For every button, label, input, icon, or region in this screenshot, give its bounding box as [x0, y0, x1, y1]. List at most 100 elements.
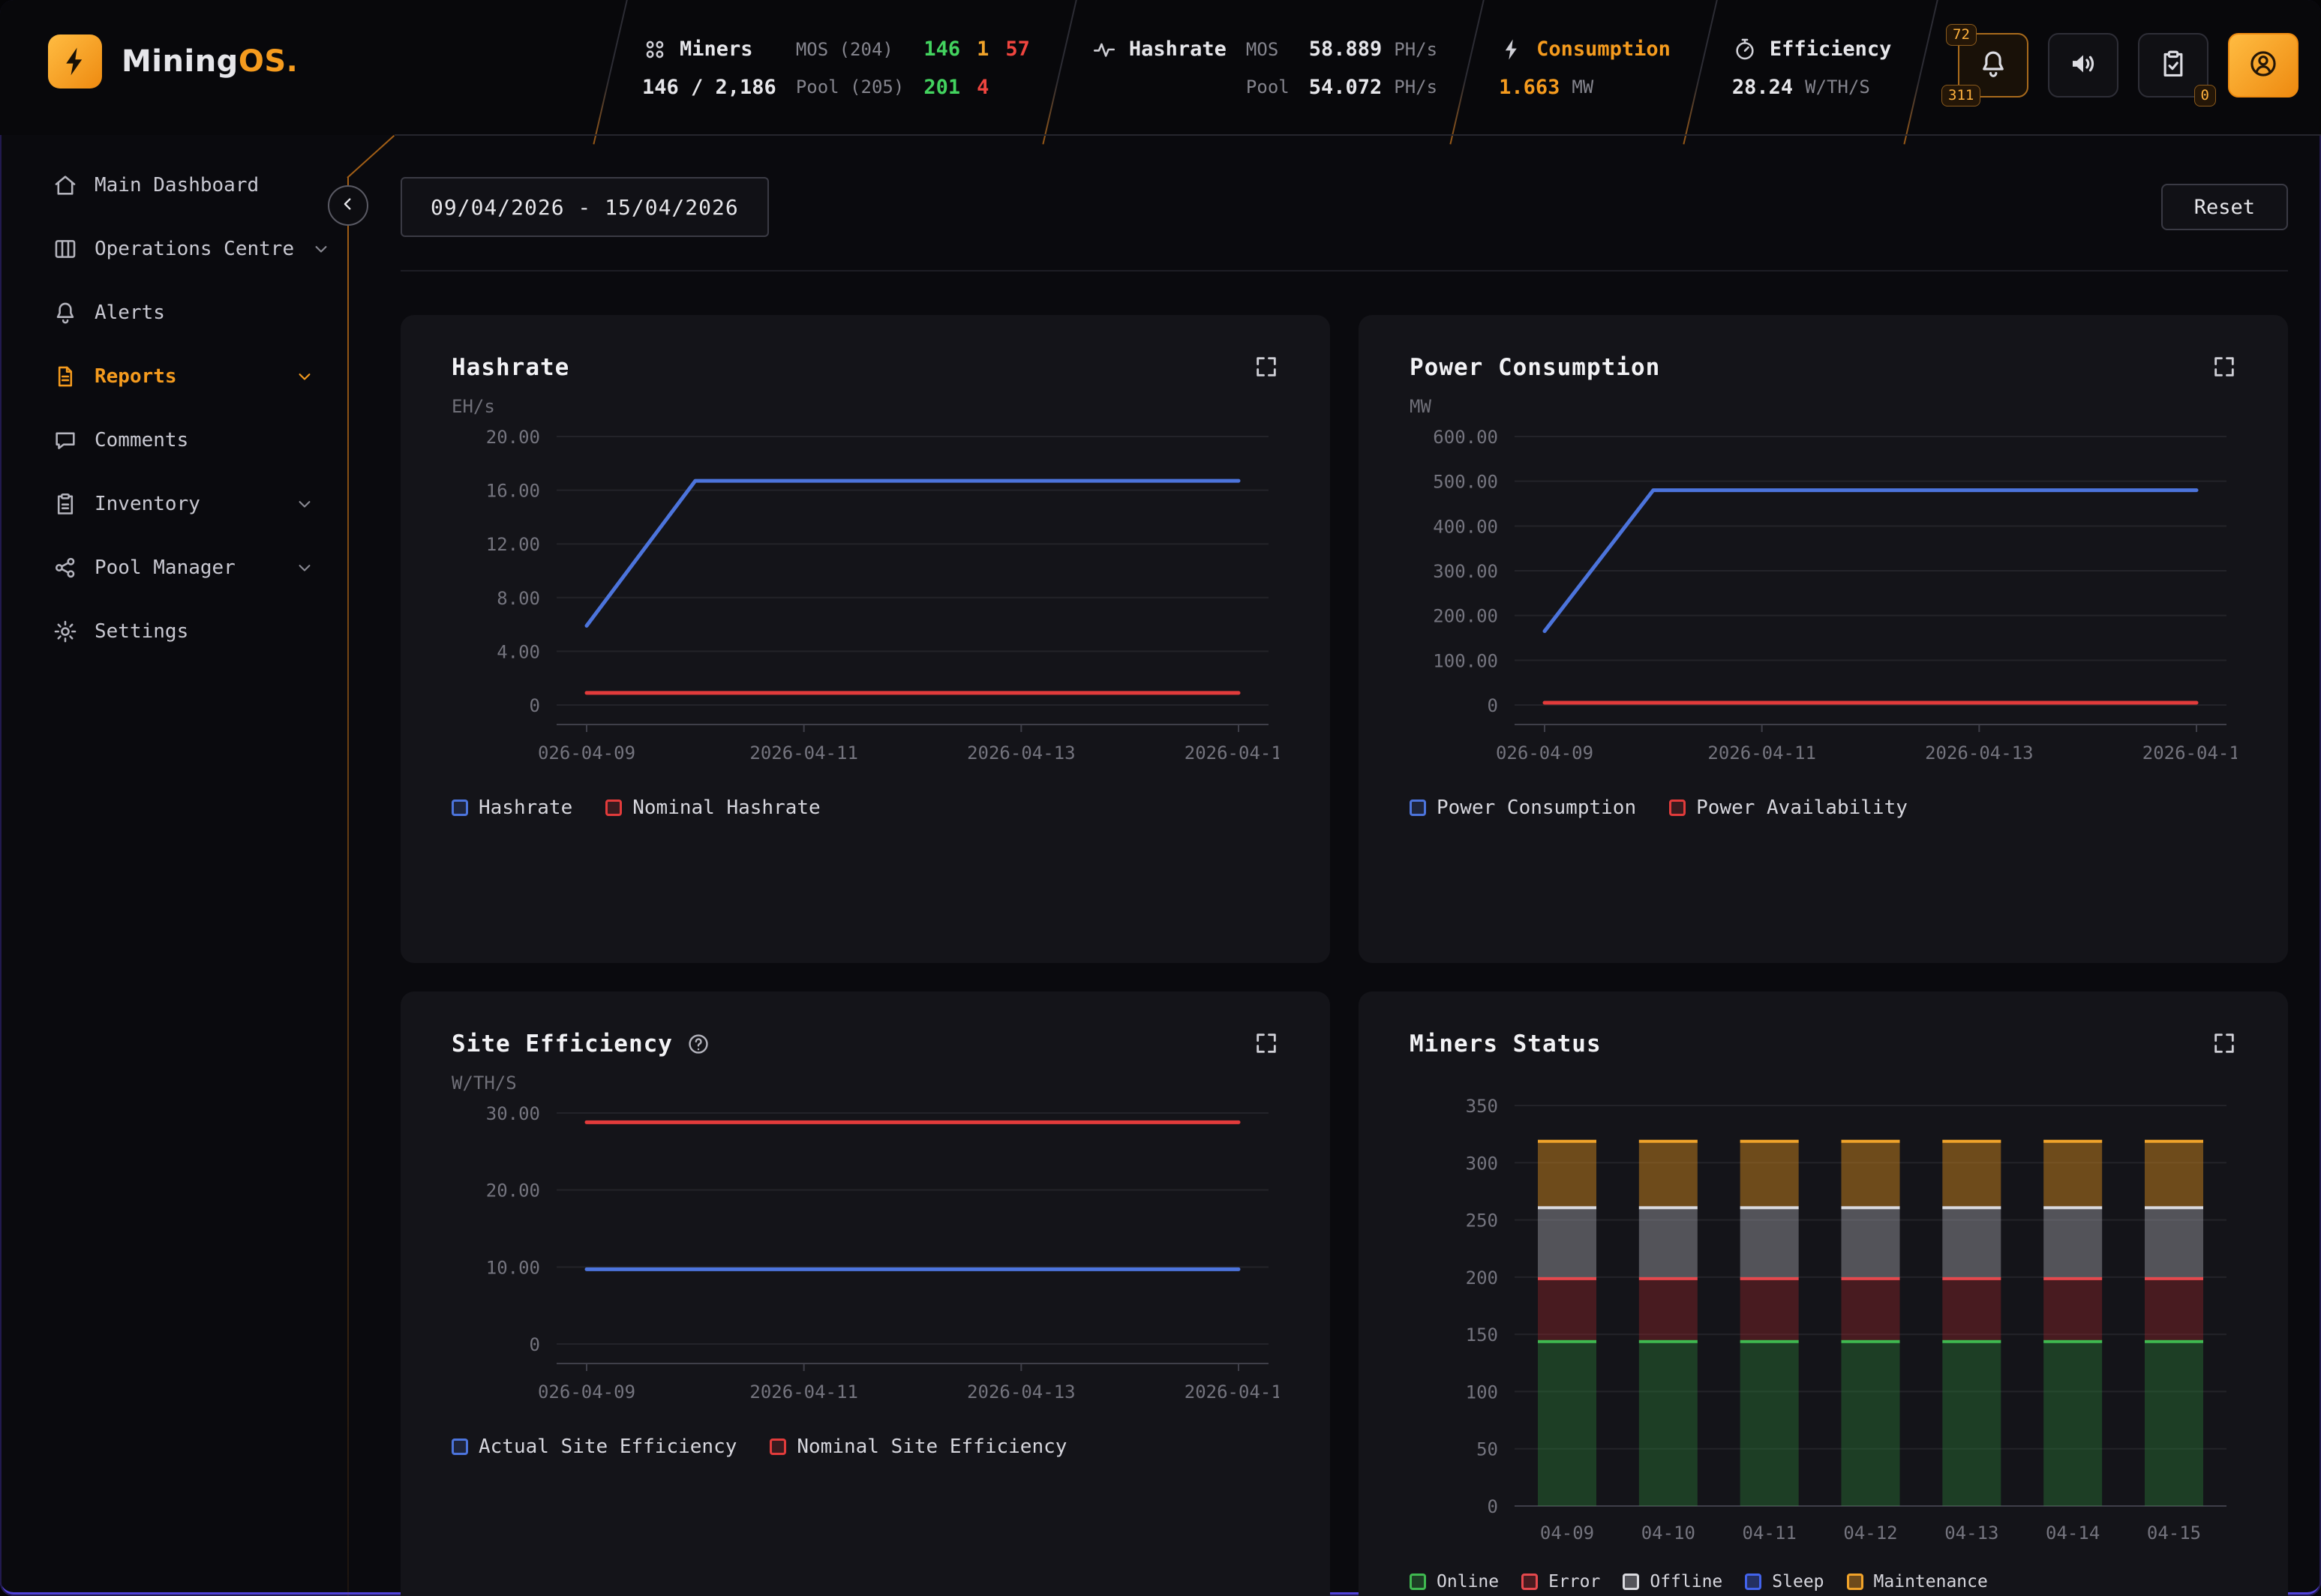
legend-swatch	[1669, 800, 1686, 816]
chart-title-hashrate: Hashrate	[452, 354, 569, 381]
svg-text:026-04-09: 026-04-09	[538, 742, 635, 764]
notifications-button[interactable]: 72 311	[1958, 33, 2028, 98]
legend-swatch	[770, 1438, 786, 1455]
legend-item[interactable]: Hashrate	[452, 796, 572, 819]
fullscreen-icon[interactable]	[2211, 354, 2237, 380]
sound-button[interactable]	[2048, 33, 2118, 98]
legend-item[interactable]: Error	[1521, 1572, 1600, 1592]
chevron-down-icon	[294, 366, 315, 387]
sidebar-item-pool-manager[interactable]: Pool Manager	[0, 536, 348, 599]
miners-icon	[642, 37, 668, 62]
legend-swatch	[1623, 1574, 1639, 1590]
legend-label: Power Consumption	[1437, 796, 1636, 819]
fullscreen-icon[interactable]	[1254, 354, 1279, 380]
legend-label: Sleep	[1772, 1572, 1824, 1592]
sidebar-item-label: Main Dashboard	[95, 174, 259, 196]
reset-button[interactable]: Reset	[2161, 184, 2288, 230]
sidebar-item-reports[interactable]: Reports	[0, 344, 348, 408]
efficiency-label: Efficiency	[1770, 38, 1892, 61]
svg-text:2026-04-13: 2026-04-13	[1925, 742, 2034, 764]
fullscreen-icon[interactable]	[1254, 1030, 1279, 1056]
svg-text:04-14: 04-14	[2046, 1522, 2100, 1544]
chevron-down-icon	[294, 494, 315, 514]
help-icon[interactable]	[686, 1032, 710, 1056]
sidebar-item-alerts[interactable]: Alerts	[0, 280, 348, 344]
legend-label: Actual Site Efficiency	[479, 1436, 737, 1458]
svg-text:04-09: 04-09	[1540, 1522, 1594, 1544]
svg-text:30.00: 30.00	[486, 1103, 540, 1124]
chevron-down-icon	[294, 557, 315, 578]
legend-item[interactable]: Actual Site Efficiency	[452, 1436, 737, 1458]
header-actions: 72 311 0	[1958, 33, 2298, 98]
legend-item[interactable]: Power Consumption	[1410, 796, 1636, 819]
app-title: MiningOS.	[122, 44, 298, 79]
legend-label: Power Availability	[1696, 796, 1908, 819]
sidebar-item-settings[interactable]: Settings	[0, 599, 348, 663]
svg-text:2026-04-15: 2026-04-15	[2142, 742, 2237, 764]
sidebar-item-operations-centre[interactable]: Operations Centre	[0, 217, 348, 280]
card-power-consumption: Power Consumption MW 600.00500.00400.003…	[1359, 315, 2288, 963]
legend-item[interactable]: Maintenance	[1847, 1572, 1988, 1592]
svg-text:12.00: 12.00	[486, 534, 540, 555]
stat-consumption: Consumption 1.663 MW	[1479, 37, 1690, 99]
chart-title-miners-status: Miners Status	[1410, 1030, 1602, 1058]
home-icon	[53, 172, 78, 198]
sidebar-item-comments[interactable]: Comments	[0, 408, 348, 472]
svg-text:2026-04-11: 2026-04-11	[749, 1382, 858, 1402]
clipboard-icon	[53, 491, 78, 517]
gear-icon	[53, 619, 78, 644]
svg-text:16.00: 16.00	[486, 481, 540, 502]
svg-text:400.00: 400.00	[1433, 516, 1498, 537]
legend-label: Hashrate	[479, 796, 572, 819]
sidebar-item-label: Alerts	[95, 302, 165, 324]
legend-item[interactable]: Nominal Site Efficiency	[770, 1436, 1067, 1458]
tasks-button[interactable]: 0	[2138, 33, 2208, 98]
hashrate-pool-label: Pool	[1246, 76, 1290, 98]
top-bar: MiningOS. Miners MOS (204) 146 1 57 146	[0, 0, 2321, 135]
miners-mos-online: 146	[923, 38, 960, 61]
collapse-sidebar-button[interactable]	[328, 185, 368, 226]
sidebar-item-main-dashboard[interactable]: Main Dashboard	[0, 153, 348, 217]
chart-legend: Actual Site Efficiency Nominal Site Effic…	[452, 1436, 1279, 1458]
sidebar-item-label: Operations Centre	[95, 238, 294, 260]
legend-item[interactable]: Power Availability	[1669, 796, 1908, 819]
svg-text:0: 0	[1488, 695, 1498, 716]
logo-bolt-icon	[48, 34, 102, 88]
svg-text:0: 0	[530, 695, 540, 716]
sidebar-item-label: Inventory	[95, 493, 200, 515]
svg-text:026-04-09: 026-04-09	[538, 1382, 635, 1402]
charts-grid: Hashrate EH/s 20.0016.0012.008.004.00002…	[401, 315, 2288, 1596]
consumption-icon	[1499, 37, 1524, 62]
legend-item[interactable]: Online	[1410, 1572, 1499, 1592]
fullscreen-icon[interactable]	[2211, 1030, 2237, 1056]
svg-text:04-15: 04-15	[2147, 1522, 2201, 1544]
clipboard-check-icon	[2157, 48, 2189, 82]
profile-button[interactable]	[2228, 33, 2298, 98]
miners-status-chart: 35030025020015010050004-0904-1004-1104-1…	[1410, 1088, 2237, 1552]
miners-pool-label: Pool (205)	[796, 76, 905, 98]
hashrate-icon	[1091, 37, 1117, 62]
svg-text:300.00: 300.00	[1433, 561, 1498, 582]
svg-text:2026-04-11: 2026-04-11	[1707, 742, 1816, 764]
main-content: 09/04/2026 - 15/04/2026 Reset Hashrate E…	[348, 135, 2321, 1596]
sidebar-item-inventory[interactable]: Inventory	[0, 472, 348, 536]
legend-item[interactable]: Sleep	[1745, 1572, 1824, 1592]
legend-label: Nominal Site Efficiency	[797, 1436, 1067, 1458]
stat-hashrate: Hashrate MOS 58.889 PH/s Pool 54.072 PH/…	[1072, 37, 1457, 99]
svg-text:20.00: 20.00	[486, 1180, 540, 1202]
report-toolbar: 09/04/2026 - 15/04/2026 Reset	[401, 135, 2288, 272]
svg-text:600.00: 600.00	[1433, 427, 1498, 448]
legend-item[interactable]: Nominal Hashrate	[605, 796, 820, 819]
app-logo[interactable]: MiningOS.	[48, 34, 298, 88]
hashrate-pool-value: 54.072	[1309, 76, 1383, 99]
sidebar-item-label: Reports	[95, 365, 177, 388]
app-window: MiningOS. Miners MOS (204) 146 1 57 146	[0, 0, 2321, 1596]
bell-icon	[53, 300, 78, 326]
miners-label: Miners	[680, 38, 753, 61]
svg-text:200: 200	[1466, 1268, 1498, 1288]
date-range-input[interactable]: 09/04/2026 - 15/04/2026	[401, 177, 769, 237]
legend-item[interactable]: Offline	[1623, 1572, 1722, 1592]
hashrate-mos-unit: PH/s	[1394, 39, 1437, 60]
svg-text:0: 0	[530, 1334, 540, 1355]
header-stats: Miners MOS (204) 146 1 57 146 / 2,186 Po…	[600, 0, 1933, 135]
